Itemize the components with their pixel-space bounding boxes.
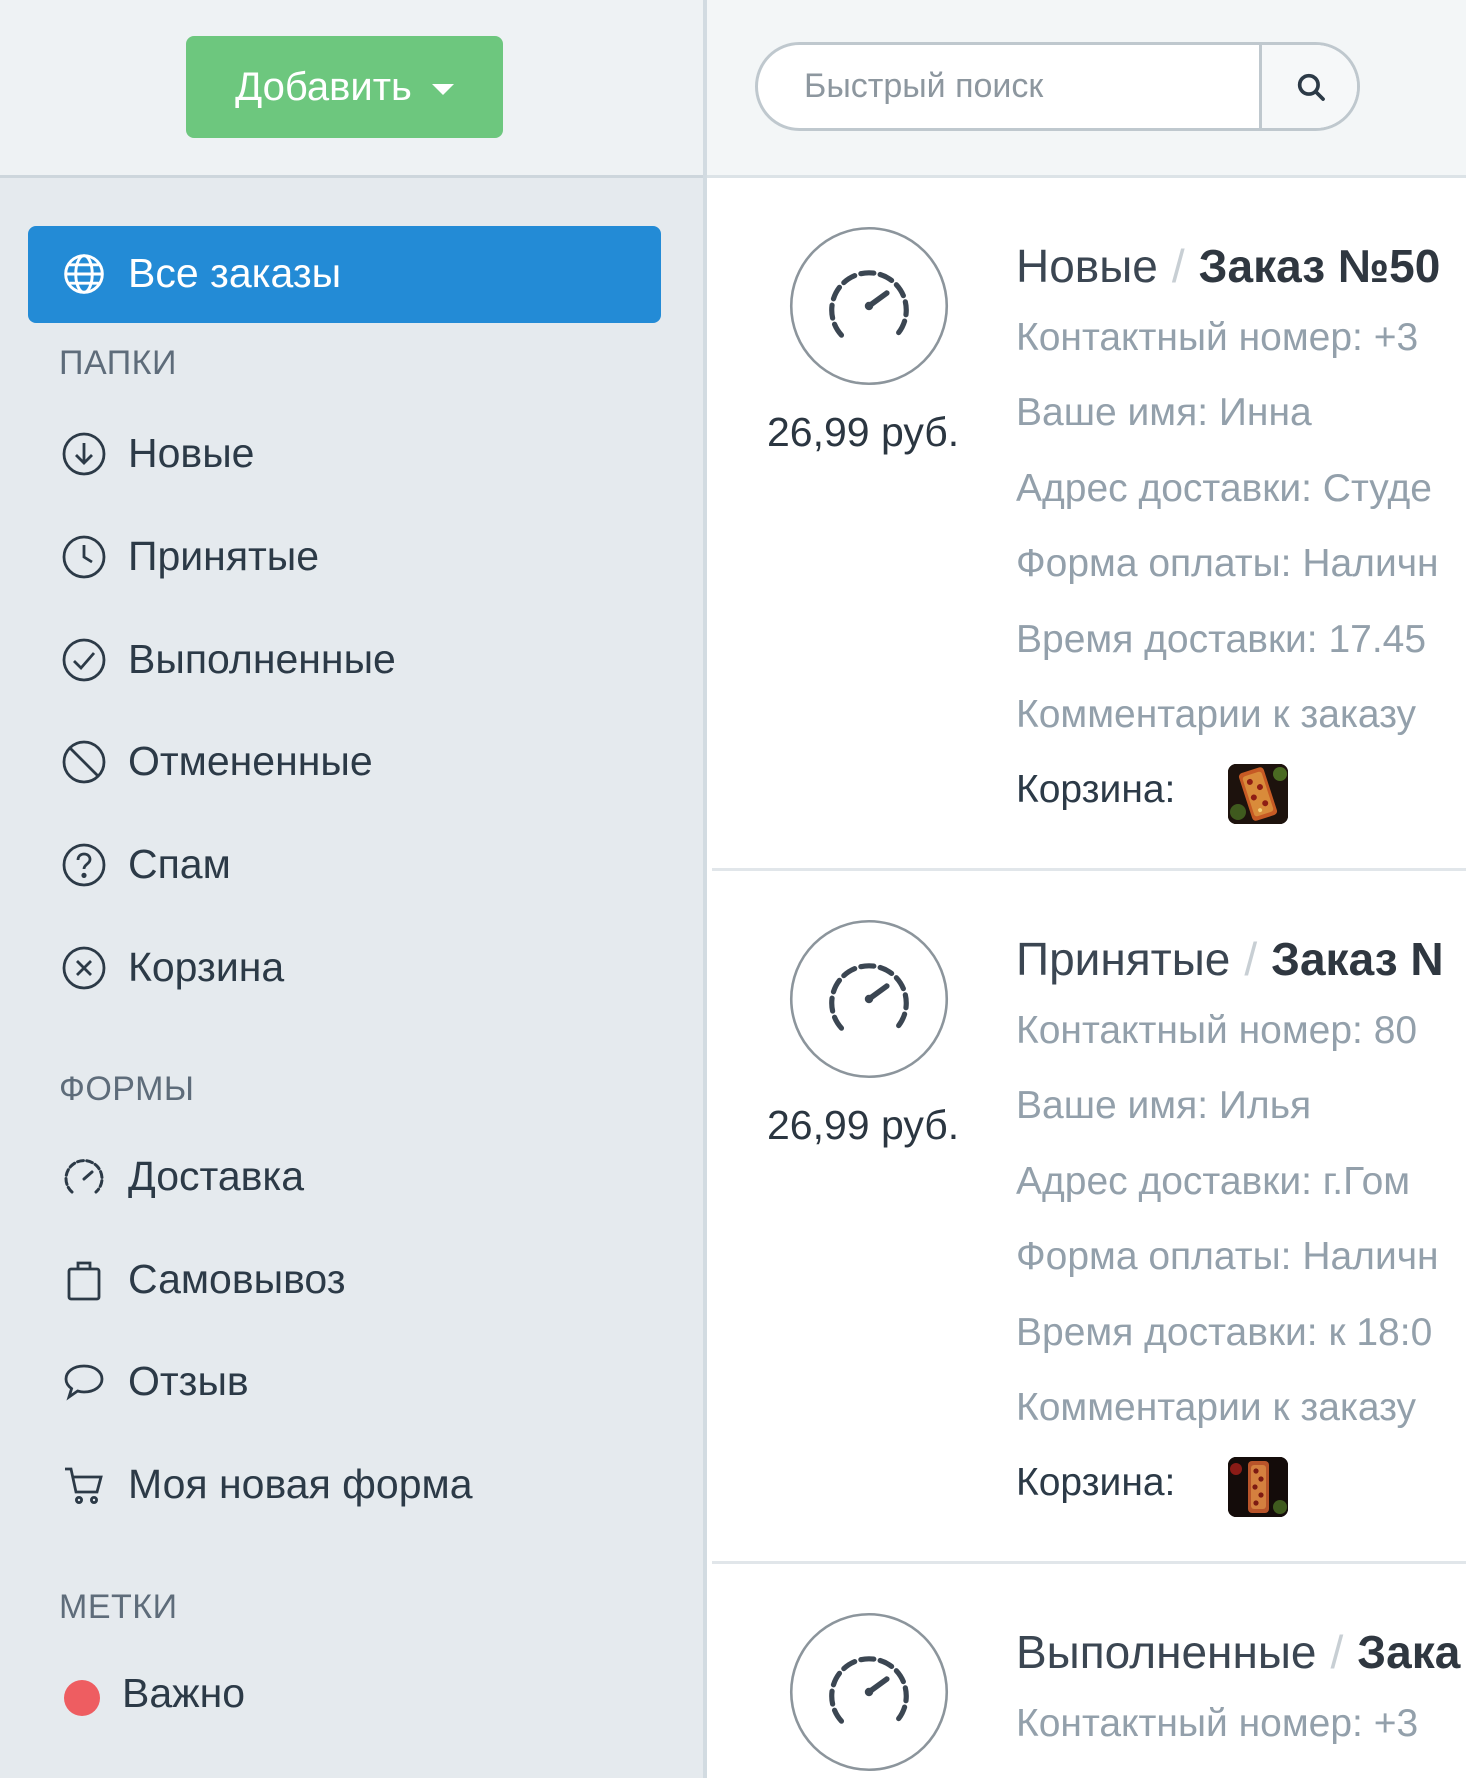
order-field: Время доставки: 17.45 (1016, 618, 1427, 661)
quick-search (755, 42, 1360, 131)
check-circle-icon (62, 638, 106, 682)
sidebar-item-label: Спам (128, 841, 231, 887)
order-number: Заказ №50 (1198, 240, 1441, 292)
sidebar-item-label: Выполненные (128, 636, 396, 682)
search-button[interactable] (1259, 45, 1357, 128)
sidebar-item-new[interactable]: Новые (60, 422, 680, 486)
cart-label: Корзина: (1016, 768, 1176, 811)
search-input[interactable] (758, 45, 1258, 128)
order-card[interactable]: 26,99 руб. Новые / Заказ №50 Контактный но… (712, 181, 1466, 871)
x-circle-icon (62, 946, 106, 990)
sidebar-item-delivery[interactable]: Доставка (60, 1145, 680, 1209)
order-field: Адрес доставки: г.Гом (1016, 1160, 1411, 1203)
sidebar-header: Добавить (0, 0, 703, 178)
add-button-label: Добавить (235, 64, 412, 109)
gauge-icon (64, 1159, 104, 1194)
cart-icon (65, 1467, 103, 1505)
order-number: Зака (1357, 1626, 1461, 1678)
ban-icon (62, 740, 106, 784)
sidebar-item-label: Доставка (128, 1153, 305, 1199)
sidebar-item-accepted[interactable]: Принятые (60, 525, 680, 589)
sidebar-item-label: Отмененные (128, 738, 373, 784)
order-field: Ваше имя: Илья (1016, 1084, 1312, 1127)
gauge-icon (789, 1612, 949, 1772)
sidebar-item-cancelled[interactable]: Отмененные (60, 730, 680, 794)
order-field: Контактный номер: +3 (1016, 1702, 1419, 1745)
sidebar-item-my-new-form[interactable]: Моя новая форма (60, 1453, 680, 1517)
pizza-image (1228, 764, 1288, 824)
title-separator: / (1330, 1626, 1344, 1678)
title-separator: / (1244, 933, 1258, 985)
order-title[interactable]: Принятые / Заказ N (1016, 932, 1444, 986)
order-folder: Выполненные (1016, 1626, 1317, 1678)
folders-section-label: ПАПКИ (59, 344, 177, 382)
sidebar-item-label: Важно (122, 1670, 246, 1716)
sidebar-item-tag-important[interactable]: Важно (60, 1662, 680, 1726)
order-folder: Новые (1016, 240, 1158, 292)
caret-down-icon (431, 83, 454, 95)
sidebar-item-review[interactable]: Отзыв (60, 1350, 680, 1414)
order-field: Комментарии к заказу (1016, 1386, 1417, 1429)
question-circle-icon (62, 843, 106, 887)
sidebar-item-completed[interactable]: Выполненные (60, 628, 680, 692)
sidebar-item-pickup[interactable]: Самовывоз (60, 1248, 680, 1312)
clock-icon (62, 535, 106, 579)
order-card[interactable]: 26,99 руб. Принятые / Заказ N Контактный н… (712, 874, 1466, 1564)
order-field: Форма оплаты: Наличн (1016, 1235, 1439, 1278)
cart-item-thumbnail[interactable] (1228, 764, 1288, 824)
sidebar-item-all-orders[interactable]: Все заказы (28, 226, 661, 323)
order-title[interactable]: Выполненные / Зака (1016, 1625, 1460, 1679)
arrow-down-circle-icon (62, 432, 106, 476)
order-price: 26,99 руб. (767, 1102, 960, 1148)
sidebar-item-label: Самовывоз (128, 1256, 346, 1302)
tags-section-label: МЕТКИ (59, 1588, 178, 1626)
bag-icon (67, 1261, 101, 1301)
order-field: Ваше имя: Инна (1016, 391, 1312, 434)
order-field: Контактный номер: 80 (1016, 1009, 1418, 1052)
order-number: Заказ N (1271, 933, 1444, 985)
order-card[interactable]: Выполненные / Зака Контактный номер: +3 (712, 1567, 1466, 1778)
order-folder: Принятые (1016, 933, 1231, 985)
sidebar-item-label: Корзина (128, 944, 285, 990)
tag-color-dot (64, 1680, 100, 1716)
title-separator: / (1171, 240, 1185, 292)
sidebar-item-spam[interactable]: Спам (60, 833, 680, 897)
sidebar-item-label: Все заказы (128, 250, 342, 296)
order-field: Форма оплаты: Наличн (1016, 542, 1439, 585)
globe-icon (64, 254, 104, 294)
sidebar-item-label: Принятые (128, 533, 320, 579)
order-field: Комментарии к заказу (1016, 693, 1417, 736)
order-field: Контактный номер: +3 (1016, 316, 1419, 359)
chat-bubble-icon (64, 1364, 104, 1401)
forms-section-label: ФОРМЫ (59, 1070, 195, 1108)
order-field: Адрес доставки: Студе (1016, 467, 1432, 510)
cart-label: Корзина: (1016, 1461, 1176, 1504)
sidebar-item-label: Новые (128, 430, 255, 476)
order-price: 26,99 руб. (767, 409, 960, 455)
search-icon (1297, 73, 1325, 101)
pizza-image (1228, 1457, 1288, 1517)
order-field: Время доставки: к 18:0 (1016, 1311, 1433, 1354)
sidebar-item-label: Моя новая форма (128, 1461, 473, 1507)
sidebar-item-label: Отзыв (128, 1358, 249, 1404)
sidebar-item-trash[interactable]: Корзина (60, 936, 680, 1000)
gauge-icon (789, 226, 949, 386)
gauge-icon (789, 919, 949, 1079)
add-button[interactable]: Добавить (186, 36, 503, 138)
order-title[interactable]: Новые / Заказ №50 (1016, 239, 1440, 293)
sidebar: Добавить Все заказы ПАПКИ Новые Принятые… (0, 0, 707, 1778)
cart-item-thumbnail[interactable] (1228, 1457, 1288, 1517)
